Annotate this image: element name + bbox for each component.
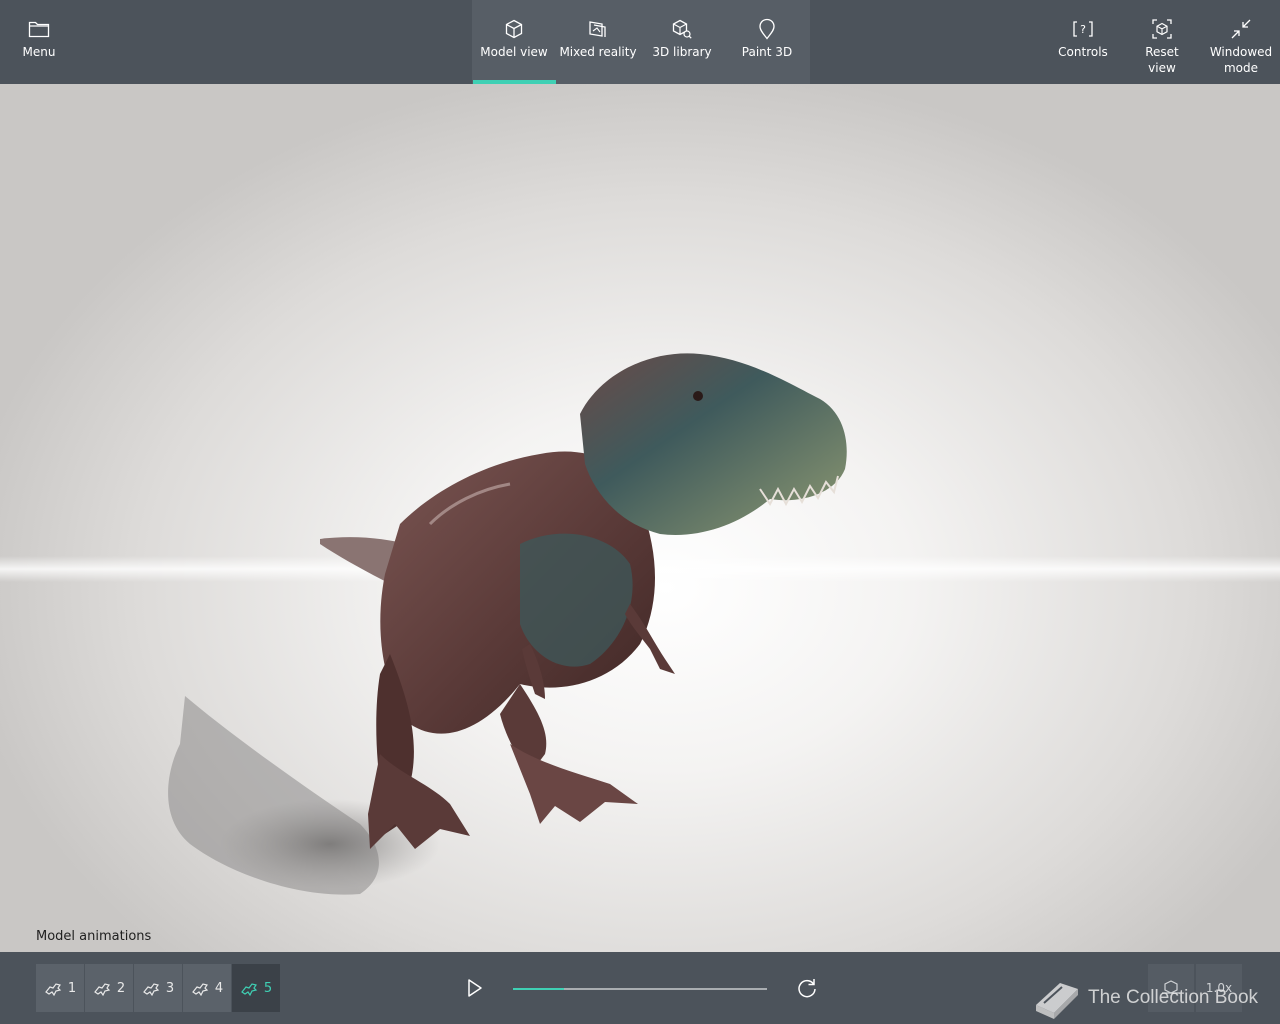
play-button[interactable]	[462, 976, 486, 1000]
tab-paint-3d[interactable]: Paint 3D	[724, 0, 810, 84]
windowed-mode-label: Windowed mode	[1210, 44, 1272, 76]
dino-icon	[44, 983, 62, 996]
controls-label: Controls	[1058, 45, 1108, 59]
dinosaur-model[interactable]	[0, 84, 1280, 952]
folder-icon	[27, 18, 51, 40]
model-animations-label: Model animations	[36, 929, 152, 944]
animation-progress-slider[interactable]	[513, 988, 767, 990]
svg-text:?: ?	[1080, 23, 1086, 36]
windowed-mode-label-line1: Windowed	[1209, 45, 1273, 59]
dino-icon	[191, 983, 209, 996]
tab-model-view[interactable]: Model view	[472, 0, 556, 84]
tab-model-view-label: Model view	[480, 45, 548, 59]
windowed-mode-icon	[1229, 18, 1253, 40]
animation-1-button[interactable]: 1	[36, 964, 84, 1012]
reset-view-label: Reset view	[1145, 45, 1179, 75]
environment-icon	[1162, 980, 1180, 994]
animation-4-label: 4	[214, 980, 224, 996]
tab-paint-3d-label: Paint 3D	[741, 45, 793, 59]
reset-view-icon	[1150, 18, 1174, 40]
animation-4-button[interactable]: 4	[183, 964, 231, 1012]
windowed-mode-button[interactable]: Windowed mode	[1208, 0, 1274, 84]
reset-view-button[interactable]: Reset view	[1130, 0, 1194, 84]
controls-button[interactable]: ? Controls	[1054, 0, 1112, 84]
animation-progress-fill	[513, 988, 564, 990]
cube-icon	[502, 18, 526, 40]
tab-3d-library[interactable]: 3D library	[640, 0, 724, 84]
dino-icon	[93, 983, 111, 996]
controls-icon: ?	[1071, 18, 1095, 40]
loop-button[interactable]	[795, 976, 819, 1000]
animation-1-label: 1	[67, 980, 77, 996]
loop-icon	[798, 979, 816, 998]
model-viewport[interactable]	[0, 84, 1280, 952]
zoom-level: 1.0x	[1205, 981, 1233, 995]
view-tabs: Model view Mixed reality 3D library Pain…	[472, 0, 810, 84]
zoom-button[interactable]: 1.0x	[1196, 964, 1242, 1012]
mixed-reality-icon	[586, 18, 610, 40]
menu-label: Menu	[22, 45, 56, 59]
tab-mixed-reality[interactable]: Mixed reality	[556, 0, 640, 84]
animation-5-label: 5	[263, 980, 273, 996]
dino-icon	[142, 983, 160, 996]
animation-3-button[interactable]: 3	[134, 964, 182, 1012]
animation-2-button[interactable]: 2	[85, 964, 133, 1012]
tab-mixed-reality-label: Mixed reality	[559, 45, 637, 59]
dino-head	[580, 353, 847, 535]
windowed-mode-label-line2: mode	[1223, 61, 1258, 75]
top-bar: Menu Model view Mixed reality 3D library…	[0, 0, 1280, 84]
library-icon	[670, 18, 694, 40]
dino-eye	[693, 391, 703, 401]
tab-3d-library-label: 3D library	[652, 45, 712, 59]
animation-3-label: 3	[165, 980, 175, 996]
dino-foot-right	[510, 744, 638, 824]
dino-icon	[240, 983, 258, 996]
animation-2-label: 2	[116, 980, 126, 996]
bottom-bar: 1 2 3 4 5 1.0x	[0, 952, 1280, 1024]
animation-selector: 1 2 3 4 5	[36, 964, 281, 1012]
animation-5-button[interactable]: 5	[232, 964, 280, 1012]
play-icon	[468, 979, 482, 997]
dino-foot-left	[368, 754, 470, 849]
paint-3d-icon	[755, 18, 779, 40]
environment-button[interactable]	[1148, 964, 1194, 1012]
menu-button[interactable]: Menu	[14, 0, 64, 84]
